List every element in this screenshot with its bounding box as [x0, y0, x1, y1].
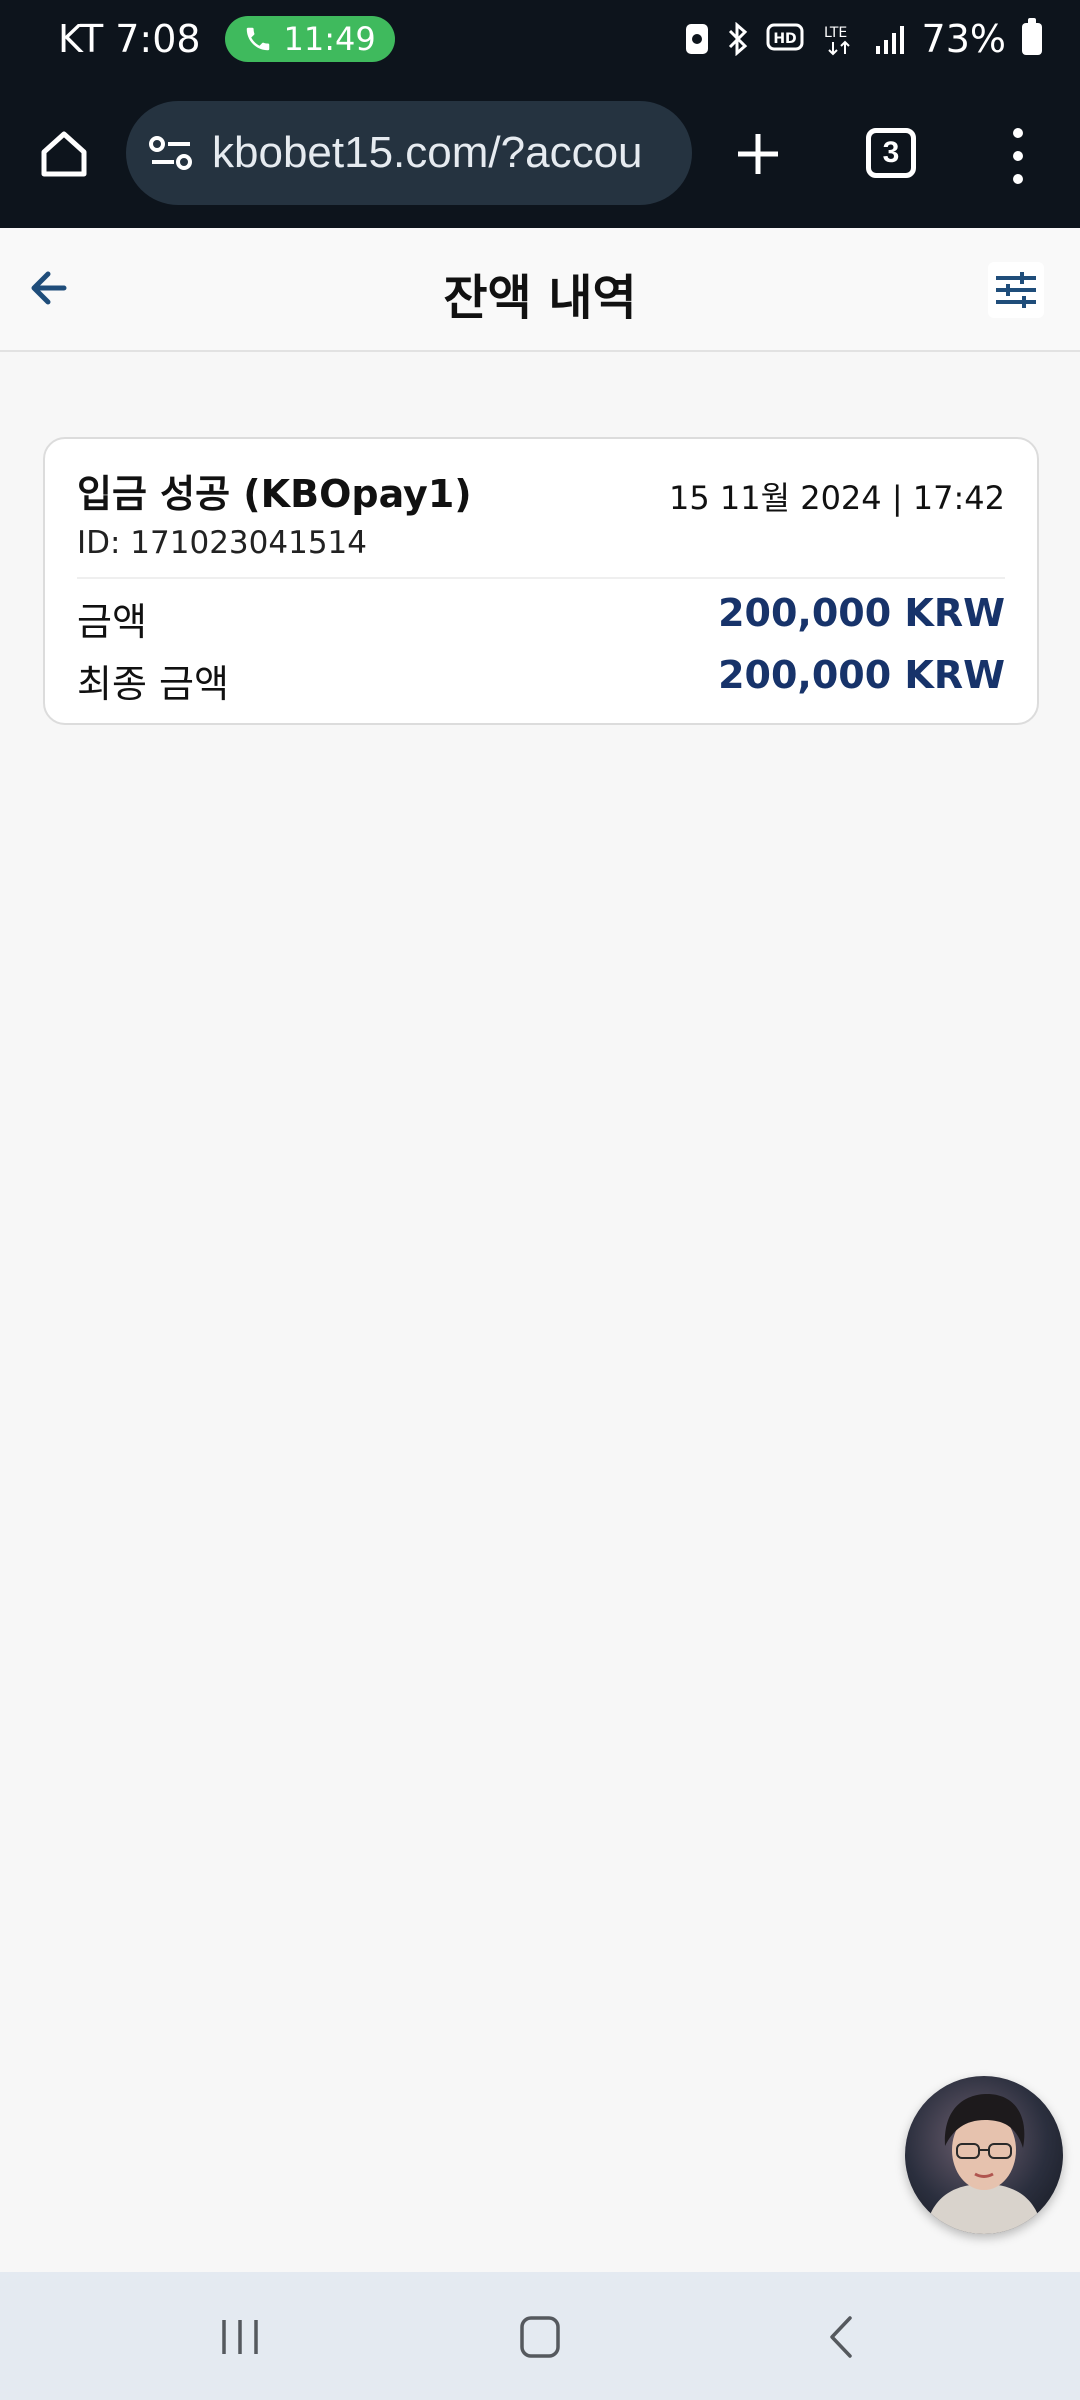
system-back-button[interactable] — [812, 2312, 872, 2362]
phone-icon — [247, 27, 270, 51]
tab-switcher-button[interactable]: 3 — [866, 128, 916, 178]
transaction-title: 입금 성공 (KBOpay1) — [77, 472, 472, 516]
home-icon — [41, 131, 87, 177]
recent-apps-icon — [222, 2320, 258, 2354]
call-duration: 11:49 — [283, 20, 376, 58]
transaction-card[interactable]: 입금 성공 (KBOpay1) 15 11월 2024 | 17:42 ID: … — [43, 437, 1039, 725]
menu-dot — [1013, 174, 1023, 184]
bluetooth-icon — [726, 22, 750, 56]
status-right: HD LTE 73% — [684, 17, 1042, 61]
amount-value: 200,000 KRW — [718, 591, 1005, 635]
chevron-left-icon — [830, 2316, 852, 2358]
system-home-button[interactable] — [510, 2312, 570, 2362]
svg-text:LTE: LTE — [824, 25, 847, 41]
site-settings-icon — [149, 136, 192, 170]
system-navigation-bar — [0, 2272, 1080, 2400]
lte-icon: LTE — [822, 22, 858, 56]
final-amount-value: 200,000 KRW — [718, 653, 1005, 697]
plus-icon — [738, 134, 778, 174]
browser-home-button[interactable] — [36, 126, 92, 182]
final-amount-label: 최종 금액 — [77, 662, 229, 706]
svg-text:HD: HD — [773, 31, 796, 47]
url-text: kbobet15.com/?accou — [212, 128, 643, 177]
home-square-icon — [520, 2316, 560, 2358]
app-header: 잔액 내역 — [0, 228, 1080, 352]
status-left: KT 7:08 11:49 — [58, 16, 395, 62]
hd-voice-icon: HD — [766, 22, 806, 56]
carrier-time: KT 7:08 — [58, 17, 201, 61]
support-chat-avatar[interactable] — [905, 2076, 1063, 2234]
status-bar: KT 7:08 11:49 HD LTE 73% — [0, 0, 1080, 78]
recent-apps-button[interactable] — [210, 2312, 270, 2362]
new-tab-button[interactable] — [734, 130, 782, 178]
browser-menu-button[interactable] — [1008, 128, 1028, 184]
page-title: 잔액 내역 — [443, 270, 637, 326]
battery-icon — [1022, 18, 1042, 55]
vibrate-icon — [684, 22, 710, 56]
amount-label: 금액 — [77, 600, 147, 644]
card-divider — [77, 577, 1005, 579]
address-bar[interactable]: kbobet15.com/?accou — [126, 101, 692, 205]
filter-button[interactable] — [988, 262, 1044, 318]
ongoing-call-pill[interactable]: 11:49 — [224, 16, 395, 62]
sliders-icon — [996, 272, 1036, 308]
menu-dot — [1013, 128, 1023, 138]
transaction-date: 15 11월 2024 | 17:42 — [668, 479, 1005, 517]
transaction-id: ID: 171023041514 — [77, 525, 367, 561]
browser-toolbar: kbobet15.com/?accou 3 — [0, 78, 1080, 228]
signal-icon — [874, 22, 906, 56]
battery-percent: 73% — [921, 17, 1006, 61]
avatar-portrait — [925, 2094, 1043, 2234]
menu-dot — [1013, 151, 1023, 161]
